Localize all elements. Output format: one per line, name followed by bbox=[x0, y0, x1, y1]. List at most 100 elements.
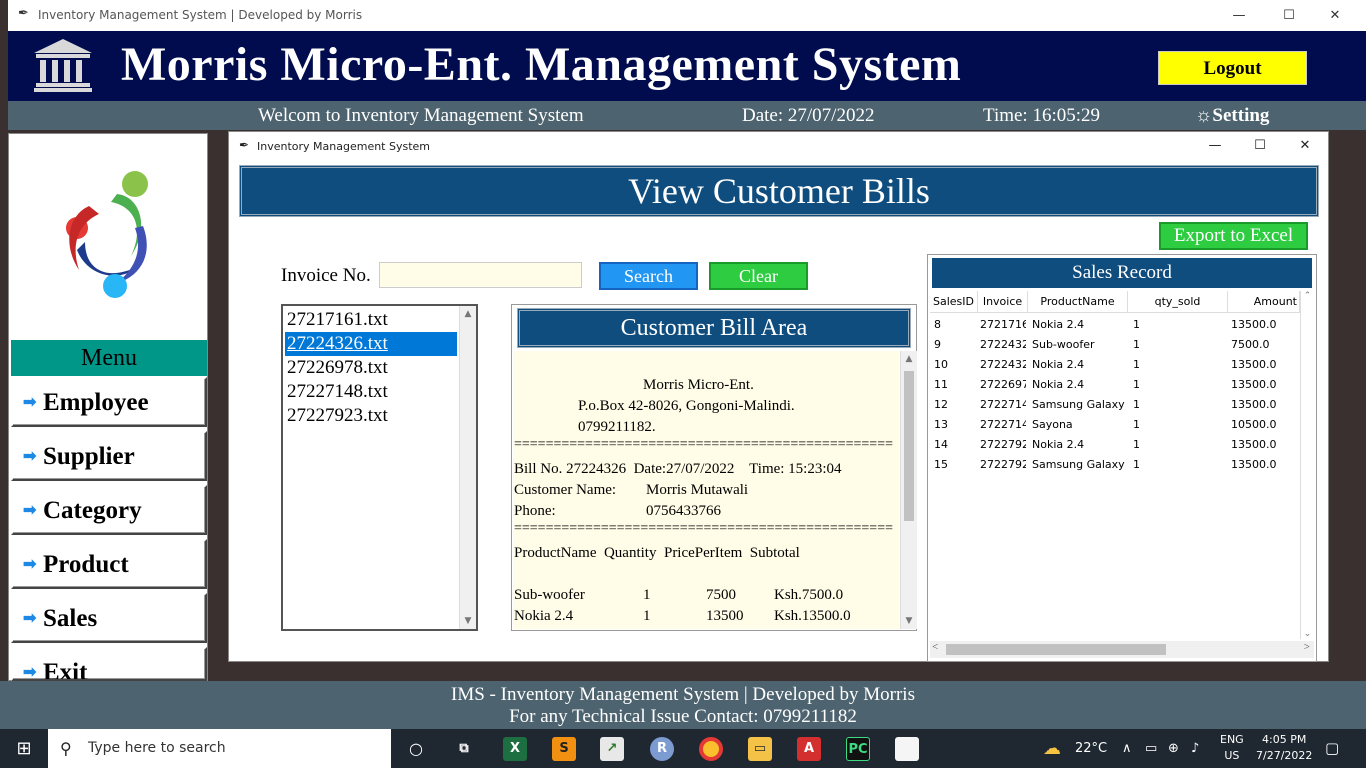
menu-exit-button[interactable]: ➡ Exit bbox=[11, 647, 207, 681]
file-list-item[interactable]: 27227148.txt bbox=[285, 380, 457, 404]
menu-supplier-button[interactable]: ➡ Supplier bbox=[11, 431, 207, 481]
chart-app-icon[interactable]: ↗ bbox=[600, 737, 624, 761]
bill-text[interactable]: Morris Micro-Ent. P.o.Box 42-8026, Gongo… bbox=[513, 351, 899, 629]
clock-time: 4:05 PM bbox=[1262, 733, 1307, 746]
menu-item-label: Category bbox=[43, 497, 142, 524]
scroll-up-icon[interactable]: ▲ bbox=[901, 354, 917, 364]
inner-minimize-button[interactable]: — bbox=[1192, 132, 1238, 160]
excel-icon[interactable]: X bbox=[503, 737, 527, 761]
taskbar-clock[interactable]: 4:05 PM 7/27/2022 bbox=[1256, 732, 1312, 764]
scroll-up-icon[interactable]: ▲ bbox=[460, 309, 476, 319]
menu-sales-button[interactable]: ➡ Sales bbox=[11, 593, 207, 643]
menu-item-label: Employee bbox=[43, 389, 149, 416]
cell: Nokia 2.4 bbox=[1032, 378, 1085, 391]
scroll-right-icon[interactable]: > bbox=[1304, 641, 1310, 653]
arrow-right-icon: ➡ bbox=[23, 502, 37, 519]
search-button[interactable]: Search bbox=[599, 262, 698, 290]
column-header[interactable]: Amount bbox=[1228, 291, 1300, 313]
maximize-button[interactable]: ☐ bbox=[1266, 0, 1312, 31]
scroll-down-icon[interactable]: ⌄ bbox=[1301, 629, 1314, 639]
file-list-item[interactable]: 27217161.txt bbox=[285, 308, 457, 332]
column-header[interactable]: SalesID bbox=[930, 291, 978, 313]
sales-vscrollbar[interactable]: ⌃ ⌄ bbox=[1300, 291, 1314, 639]
weather-icon[interactable]: ☁ bbox=[1043, 729, 1061, 768]
inner-titlebar: ✒ Inventory Management System — ☐ ✕ bbox=[229, 132, 1328, 160]
scroll-left-icon[interactable]: < bbox=[932, 641, 938, 653]
arrow-right-icon: ➡ bbox=[23, 664, 37, 681]
file-list-item[interactable]: 27224326.txt bbox=[285, 332, 457, 356]
clear-button[interactable]: Clear bbox=[709, 262, 808, 290]
cell: 1 bbox=[1133, 398, 1140, 411]
file-list-item[interactable]: 27227923.txt bbox=[285, 404, 457, 428]
bill-item-name: Sub-woofer bbox=[514, 587, 585, 603]
sales-table[interactable]: SalesID Invoice ProductName qty_sold Amo… bbox=[930, 291, 1300, 639]
bill-area-heading: Customer Bill Area bbox=[517, 308, 911, 348]
cortana-icon[interactable]: ○ bbox=[404, 737, 428, 761]
inner-close-button[interactable]: ✕ bbox=[1282, 132, 1328, 160]
task-view-icon[interactable]: ⧉ bbox=[452, 737, 476, 761]
scroll-down-icon[interactable]: ▼ bbox=[901, 616, 917, 626]
sublime-icon[interactable]: S bbox=[552, 737, 576, 761]
cell: 2722792 bbox=[980, 438, 1026, 451]
bill-separator: ========================================… bbox=[514, 521, 893, 536]
language-indicator[interactable]: ENG US bbox=[1220, 732, 1244, 764]
setting-button[interactable]: ☼Setting bbox=[1195, 105, 1269, 127]
taskbar-search[interactable]: ⚲ Type here to search bbox=[48, 729, 391, 768]
weather-temp[interactable]: 22°C bbox=[1075, 729, 1107, 768]
bill-scrollbar[interactable]: ▲ ▼ bbox=[900, 351, 917, 629]
cell: Sub-woofer bbox=[1032, 338, 1095, 351]
cell: 1 bbox=[1133, 418, 1140, 431]
close-button[interactable]: ✕ bbox=[1312, 0, 1358, 31]
scroll-thumb[interactable] bbox=[946, 644, 1166, 655]
cell: 1 bbox=[1133, 318, 1140, 331]
outer-window-title: Inventory Management System | Developed … bbox=[38, 8, 363, 22]
pdf-reader-icon[interactable]: A bbox=[797, 737, 821, 761]
bill-item-name: Nokia 2.4 bbox=[514, 608, 574, 624]
inner-maximize-button[interactable]: ☐ bbox=[1237, 132, 1283, 160]
bill-item-price: 13500 bbox=[706, 608, 744, 624]
pycharm-icon[interactable]: PC bbox=[846, 737, 870, 761]
column-header[interactable]: Invoice bbox=[978, 291, 1028, 313]
bank-icon bbox=[34, 39, 92, 92]
network-icon[interactable]: ⊕ bbox=[1168, 729, 1179, 768]
scroll-down-icon[interactable]: ▼ bbox=[460, 616, 476, 626]
menu-employee-button[interactable]: ➡ Employee bbox=[11, 377, 207, 427]
column-header[interactable]: ProductName bbox=[1028, 291, 1128, 313]
file-list-item[interactable]: 27226978.txt bbox=[285, 356, 457, 380]
bill-file-list[interactable]: 27217161.txt 27224326.txt 27226978.txt 2… bbox=[281, 304, 478, 631]
export-excel-button[interactable]: Export to Excel bbox=[1159, 222, 1308, 250]
status-bar: Welcom to Inventory Management System Da… bbox=[8, 101, 1366, 130]
document-icon[interactable] bbox=[895, 737, 919, 761]
arrow-right-icon: ➡ bbox=[23, 556, 37, 573]
windows-start-icon[interactable]: ⊞ bbox=[0, 729, 48, 768]
cell: Nokia 2.4 bbox=[1032, 358, 1085, 371]
file-list-scrollbar[interactable]: ▲ ▼ bbox=[459, 306, 476, 629]
cell: 11 bbox=[934, 378, 948, 391]
r-app-icon[interactable]: R bbox=[650, 737, 674, 761]
file-explorer-icon[interactable]: ▭ bbox=[748, 737, 772, 761]
battery-icon[interactable]: ▭ bbox=[1145, 729, 1157, 768]
menu-category-button[interactable]: ➡ Category bbox=[11, 485, 207, 535]
minimize-button[interactable]: — bbox=[1216, 0, 1262, 31]
notification-icon[interactable]: ▢ bbox=[1325, 729, 1339, 768]
bill-item-qty: 1 bbox=[643, 587, 651, 603]
scroll-up-icon[interactable]: ⌃ bbox=[1301, 291, 1314, 301]
tray-chevron-icon[interactable]: ∧ bbox=[1122, 729, 1132, 768]
invoice-input[interactable] bbox=[379, 262, 582, 288]
volume-icon[interactable]: ♪ bbox=[1191, 729, 1199, 768]
menu-product-button[interactable]: ➡ Product bbox=[11, 539, 207, 589]
logout-button[interactable]: Logout bbox=[1158, 51, 1307, 85]
scroll-thumb[interactable] bbox=[904, 371, 914, 521]
cell: 2722697 bbox=[980, 378, 1026, 391]
date-display: Date: 27/07/2022 bbox=[742, 105, 875, 126]
menu-item-label: Product bbox=[43, 551, 129, 578]
bill-number-line: Bill No. 27224326 Date:27/07/2022 Time: … bbox=[514, 461, 842, 477]
bill-columns-line: ProductName Quantity PricePerItem Subtot… bbox=[514, 545, 800, 561]
sales-hscrollbar[interactable]: < > bbox=[930, 641, 1314, 658]
cell: 7500.0 bbox=[1231, 338, 1270, 351]
chrome-icon[interactable] bbox=[699, 737, 723, 761]
column-header[interactable]: qty_sold bbox=[1128, 291, 1228, 313]
cell: 2722714 bbox=[980, 398, 1026, 411]
cell: 10500.0 bbox=[1231, 418, 1277, 431]
bill-address: P.o.Box 42-8026, Gongoni-Malindi. bbox=[578, 398, 795, 414]
